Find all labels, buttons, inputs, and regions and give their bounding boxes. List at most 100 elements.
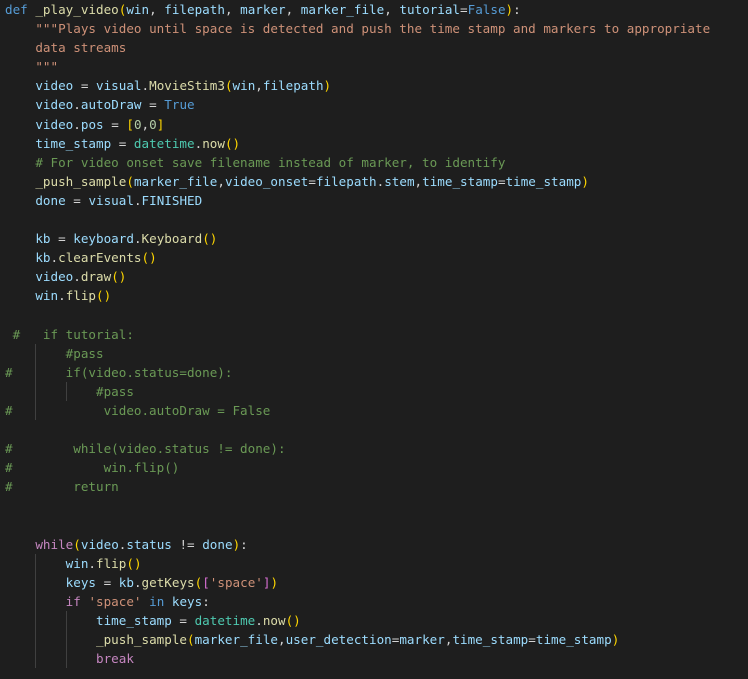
code-text: kb.clearEvents(): [5, 248, 156, 267]
code-line[interactable]: data streams: [0, 38, 748, 57]
code-line[interactable]: win.flip(): [0, 286, 748, 305]
code-token: MovieStim3: [149, 78, 225, 94]
code-line[interactable]: _push_sample(marker_file,video_onset=fil…: [0, 172, 748, 191]
code-token: ,: [224, 2, 241, 17]
code-token: win: [232, 78, 256, 94]
code-token: :: [202, 593, 210, 609]
code-line[interactable]: kb.clearEvents(): [0, 248, 748, 267]
code-line[interactable]: if 'space' in keys:: [0, 591, 748, 611]
code-line[interactable]: video.autoDraw = True: [0, 95, 748, 114]
code-token: =: [528, 632, 536, 648]
code-token: (: [187, 632, 195, 648]
code-token: =: [65, 192, 89, 208]
code-token: !=: [171, 536, 203, 552]
code-line[interactable]: [0, 420, 748, 439]
code-token: 'space': [209, 574, 263, 590]
code-token: .: [133, 574, 142, 590]
code-line[interactable]: #pass: [0, 381, 748, 401]
code-line[interactable]: [0, 516, 748, 535]
code-line[interactable]: time_stamp = datetime.now(): [0, 611, 748, 631]
code-line[interactable]: kb = keyboard.Keyboard(): [0, 229, 748, 248]
code-token: keyboard: [73, 231, 134, 247]
code-token: win: [126, 2, 150, 17]
code-text: # if(video.status=done):: [5, 363, 232, 382]
code-line[interactable]: break: [0, 649, 748, 669]
code-token: def: [5, 2, 28, 17]
code-token: :: [240, 536, 248, 552]
code-line[interactable]: # if(video.status=done):: [0, 362, 748, 382]
code-token: .: [133, 231, 142, 247]
code-line[interactable]: # while(video.status != done):: [0, 439, 748, 458]
code-line[interactable]: video = visual.MovieStim3(win,filepath): [0, 76, 748, 95]
code-token: =: [103, 116, 127, 132]
code-line[interactable]: """: [0, 57, 748, 76]
code-token: marker_file: [300, 2, 385, 17]
code-token: (: [126, 173, 134, 189]
code-line[interactable]: video.pos = [0,0]: [0, 115, 748, 134]
code-token: in: [149, 593, 165, 609]
code-token: stem: [384, 173, 415, 189]
code-token: visual: [88, 192, 134, 208]
code-token: kb: [118, 574, 134, 590]
code-line[interactable]: video.draw(): [0, 267, 748, 286]
code-line[interactable]: [0, 210, 748, 229]
code-text: win.flip(): [5, 286, 111, 305]
code-token: time_stamp: [505, 173, 582, 189]
code-line[interactable]: [0, 496, 748, 515]
code-line[interactable]: """Plays video until space is detected a…: [0, 19, 748, 38]
code-editor[interactable]: def _play_video(win, filepath, marker, m…: [0, 0, 748, 679]
code-token: ): [505, 2, 514, 17]
code-line[interactable]: while(video.status != done):: [0, 535, 748, 554]
code-token: Keyboard: [141, 231, 203, 247]
code-token: done: [35, 192, 66, 208]
code-line[interactable]: # if tutorial:: [0, 325, 748, 344]
code-line[interactable]: done = visual.FINISHED: [0, 191, 748, 210]
code-token: .: [50, 250, 59, 266]
code-token: (: [224, 78, 233, 94]
code-token: # if(video.status=done):: [5, 364, 233, 380]
code-text: _push_sample(marker_file,video_onset=fil…: [5, 172, 589, 191]
code-token: win: [65, 555, 89, 571]
code-line[interactable]: # video.autoDraw = False: [0, 400, 748, 421]
code-token: time_stamp: [452, 632, 529, 648]
code-line[interactable]: # For video onset save filename instead …: [0, 153, 748, 172]
code-token: flip: [96, 555, 127, 571]
code-line[interactable]: win.flip(): [0, 553, 748, 573]
code-token: # win.flip(): [5, 460, 180, 476]
code-line[interactable]: #pass: [0, 343, 748, 363]
code-token: while: [35, 536, 74, 552]
code-line[interactable]: _push_sample(marker_file,user_detection =…: [0, 630, 748, 650]
code-token: datetime: [194, 613, 256, 628]
code-token: # if tutorial:: [5, 326, 134, 342]
code-token: time_stamp: [35, 135, 112, 151]
code-token: video: [35, 269, 74, 285]
code-line[interactable]: [0, 306, 748, 325]
code-line[interactable]: # return: [0, 477, 748, 496]
code-line[interactable]: time_stamp = datetime.now(): [0, 134, 748, 153]
code-token: True: [164, 97, 195, 113]
code-token: ,: [149, 2, 165, 17]
code-text: if 'space' in keys:: [5, 592, 210, 611]
code-text: # return: [5, 477, 119, 496]
code-token: autoDraw: [80, 97, 142, 113]
code-token: kb: [35, 231, 51, 247]
code-line[interactable]: keys = kb.getKeys(['space']): [0, 572, 748, 592]
code-line[interactable]: # win.flip(): [0, 458, 748, 477]
code-token: flip: [65, 288, 97, 304]
code-text: kb = keyboard.Keyboard(): [5, 229, 217, 248]
code-text: # win.flip(): [5, 458, 179, 477]
code-line[interactable]: def _play_video(win, filepath, marker, m…: [0, 0, 748, 19]
code-token: time_stamp: [96, 613, 172, 628]
code-token: .: [73, 116, 81, 132]
code-token: video: [35, 97, 74, 113]
